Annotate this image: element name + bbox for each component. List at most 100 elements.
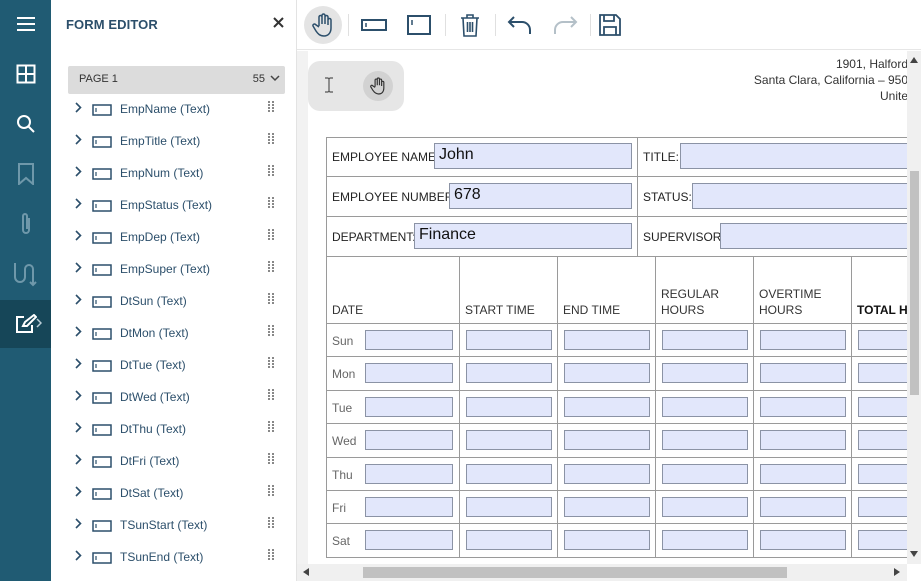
date-field[interactable] bbox=[365, 363, 453, 384]
delete-button[interactable] bbox=[451, 6, 489, 44]
drag-handle-icon[interactable] bbox=[268, 421, 275, 433]
date-field[interactable] bbox=[365, 530, 453, 551]
expand-icon[interactable] bbox=[75, 198, 82, 209]
drag-handle-icon[interactable] bbox=[268, 549, 275, 561]
expand-icon[interactable] bbox=[75, 518, 82, 529]
time-field[interactable] bbox=[760, 396, 846, 417]
drag-handle-icon[interactable] bbox=[268, 325, 275, 337]
date-field[interactable] bbox=[365, 330, 453, 350]
time-field[interactable] bbox=[564, 530, 650, 551]
field-list-item[interactable]: DtSat (Text) bbox=[68, 480, 285, 512]
thumbnails-button[interactable] bbox=[0, 50, 51, 98]
time-field[interactable] bbox=[662, 363, 748, 384]
time-field[interactable] bbox=[662, 463, 748, 484]
drag-handle-icon[interactable] bbox=[268, 389, 275, 401]
time-field[interactable] bbox=[564, 330, 650, 350]
attachments-button[interactable] bbox=[0, 200, 51, 248]
expand-icon[interactable] bbox=[75, 262, 82, 273]
expand-icon[interactable] bbox=[75, 358, 82, 369]
expand-icon[interactable] bbox=[75, 390, 82, 401]
undo-button[interactable] bbox=[501, 6, 539, 44]
field-list-item[interactable]: DtWed (Text) bbox=[68, 384, 285, 416]
field-list-item[interactable]: DtThu (Text) bbox=[68, 416, 285, 448]
vertical-scrollbar[interactable] bbox=[907, 51, 921, 564]
date-field[interactable] bbox=[365, 497, 453, 517]
title-field[interactable] bbox=[680, 143, 907, 169]
drag-handle-icon[interactable] bbox=[268, 517, 275, 529]
date-field[interactable] bbox=[365, 430, 453, 451]
page-group-header[interactable]: PAGE 1 55 bbox=[68, 66, 285, 94]
redo-button[interactable] bbox=[546, 6, 584, 44]
time-field[interactable] bbox=[858, 363, 907, 384]
time-field[interactable] bbox=[760, 363, 846, 384]
save-button[interactable] bbox=[591, 6, 629, 44]
time-field[interactable] bbox=[858, 430, 907, 451]
time-field[interactable] bbox=[858, 497, 907, 517]
drag-handle-icon[interactable] bbox=[268, 357, 275, 369]
time-field[interactable] bbox=[662, 497, 748, 517]
field-list-item[interactable]: EmpNum (Text) bbox=[68, 160, 285, 192]
time-field[interactable] bbox=[760, 497, 846, 517]
drag-handle-icon[interactable] bbox=[268, 293, 275, 305]
employee-name-field[interactable]: John bbox=[434, 143, 632, 169]
time-field[interactable] bbox=[858, 330, 907, 350]
field-list-item[interactable]: DtMon (Text) bbox=[68, 320, 285, 352]
time-field[interactable] bbox=[466, 363, 552, 384]
text-select-icon[interactable] bbox=[324, 77, 334, 93]
time-field[interactable] bbox=[466, 497, 552, 517]
close-panel-button[interactable] bbox=[270, 14, 286, 30]
time-field[interactable] bbox=[760, 530, 846, 551]
drag-handle-icon[interactable] bbox=[268, 453, 275, 465]
time-field[interactable] bbox=[564, 396, 650, 417]
time-field[interactable] bbox=[564, 497, 650, 517]
horizontal-scroll-thumb[interactable] bbox=[363, 567, 787, 578]
time-field[interactable] bbox=[466, 330, 552, 350]
search-button[interactable] bbox=[0, 100, 51, 148]
field-list-item[interactable]: DtTue (Text) bbox=[68, 352, 285, 384]
field-list-item[interactable]: DtSun (Text) bbox=[68, 288, 285, 320]
add-text-field-button[interactable] bbox=[355, 6, 393, 44]
time-field[interactable] bbox=[564, 463, 650, 484]
time-field[interactable] bbox=[760, 430, 846, 451]
expand-icon[interactable] bbox=[75, 486, 82, 497]
scroll-up-icon[interactable] bbox=[910, 57, 918, 63]
supervisor-field[interactable] bbox=[720, 223, 907, 249]
expand-icon[interactable] bbox=[75, 422, 82, 433]
time-field[interactable] bbox=[662, 330, 748, 350]
field-list-item[interactable]: EmpDep (Text) bbox=[68, 224, 285, 256]
time-field[interactable] bbox=[466, 463, 552, 484]
field-list-item[interactable]: TSunEnd (Text) bbox=[68, 544, 285, 576]
scroll-left-icon[interactable] bbox=[303, 568, 309, 576]
drag-handle-icon[interactable] bbox=[268, 133, 275, 145]
field-list-item[interactable]: EmpName (Text) bbox=[68, 96, 285, 128]
form-editor-button[interactable] bbox=[0, 300, 51, 348]
time-field[interactable] bbox=[662, 430, 748, 451]
time-field[interactable] bbox=[858, 396, 907, 417]
scroll-down-icon[interactable] bbox=[910, 551, 918, 557]
drag-handle-icon[interactable] bbox=[268, 485, 275, 497]
drag-handle-icon[interactable] bbox=[268, 101, 275, 113]
time-field[interactable] bbox=[760, 463, 846, 484]
expand-icon[interactable] bbox=[75, 294, 82, 305]
time-field[interactable] bbox=[858, 530, 907, 551]
field-list-item[interactable]: DtFri (Text) bbox=[68, 448, 285, 480]
field-list-item[interactable]: EmpStatus (Text) bbox=[68, 192, 285, 224]
horizontal-scrollbar[interactable] bbox=[297, 564, 907, 581]
pan-tool-button[interactable] bbox=[304, 6, 342, 44]
time-field[interactable] bbox=[564, 430, 650, 451]
expand-icon[interactable] bbox=[75, 102, 82, 113]
expand-icon[interactable] bbox=[75, 166, 82, 177]
time-field[interactable] bbox=[466, 530, 552, 551]
field-list-item[interactable]: TSunStart (Text) bbox=[68, 512, 285, 544]
time-field[interactable] bbox=[662, 396, 748, 417]
date-field[interactable] bbox=[365, 463, 453, 484]
drag-handle-icon[interactable] bbox=[268, 261, 275, 273]
time-field[interactable] bbox=[858, 463, 907, 484]
expand-icon[interactable] bbox=[75, 550, 82, 561]
time-field[interactable] bbox=[466, 430, 552, 451]
employee-number-field[interactable]: 678 bbox=[449, 183, 632, 209]
field-list-item[interactable]: EmpTitle (Text) bbox=[68, 128, 285, 160]
vertical-scroll-thumb[interactable] bbox=[910, 171, 919, 395]
bookmarks-button[interactable] bbox=[0, 150, 51, 198]
expand-icon[interactable] bbox=[75, 454, 82, 465]
